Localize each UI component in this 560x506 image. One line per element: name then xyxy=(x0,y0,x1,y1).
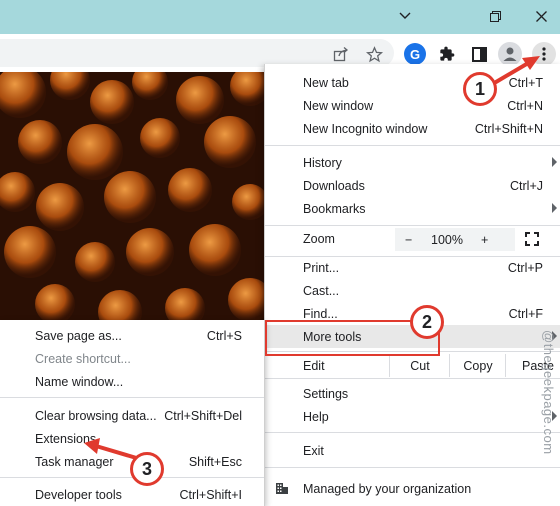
watermark-text: @thegeekpage.com xyxy=(541,330,556,455)
callout-step-3: 3 xyxy=(130,452,164,486)
callout-step-2: 2 xyxy=(410,305,444,339)
callout-step-1: 1 xyxy=(463,72,497,106)
